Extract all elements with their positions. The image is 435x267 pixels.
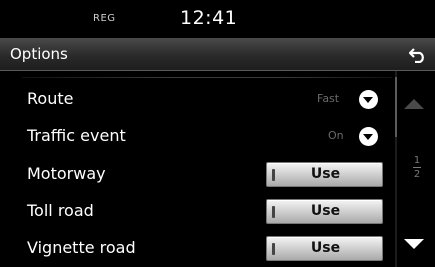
page-divider (413, 167, 421, 168)
option-row-motorway: Motorway Use (0, 156, 395, 193)
option-row-traffic-event[interactable]: Traffic event On (0, 118, 395, 155)
option-row-vignette-road: Vignette road Use (0, 230, 395, 267)
traffic-event-label: Traffic event (27, 126, 126, 145)
toll-road-use-button[interactable]: Use (266, 199, 383, 224)
option-row-route[interactable]: Route Fast (0, 81, 395, 118)
scroll-up-icon[interactable] (404, 99, 424, 109)
toll-road-label: Toll road (27, 201, 94, 220)
back-arrow-icon (408, 47, 424, 63)
motorway-use-button[interactable]: Use (266, 162, 383, 187)
use-button-label: Use (310, 203, 341, 219)
back-button[interactable] (400, 38, 435, 71)
chevron-down-icon[interactable] (359, 90, 378, 109)
status-clock: 12:41 (180, 7, 238, 29)
divider (22, 77, 392, 78)
chevron-down-icon[interactable] (359, 127, 378, 146)
use-button-label: Use (310, 166, 341, 182)
status-bar: REG 12:41 (0, 0, 435, 38)
page-title: Options (10, 45, 68, 63)
options-list: Route Fast Traffic event On Motorway Use… (0, 71, 395, 267)
use-button-label: Use (310, 240, 341, 256)
vignette-road-use-button[interactable]: Use (266, 236, 383, 261)
scroll-down-icon[interactable] (404, 239, 424, 249)
route-label: Route (27, 89, 74, 108)
traffic-event-value: On (328, 129, 344, 142)
route-value: Fast (317, 92, 340, 105)
scroll-thumb[interactable] (395, 77, 397, 137)
option-row-toll-road: Toll road Use (0, 193, 395, 230)
page-current: 1 (413, 155, 421, 166)
options-header: Options (0, 38, 435, 71)
vignette-road-label: Vignette road (27, 238, 136, 257)
scrollbar[interactable]: 1 2 (395, 71, 435, 267)
motorway-label: Motorway (27, 164, 106, 183)
status-reg: REG (93, 13, 116, 24)
page-indicator: 1 2 (411, 155, 423, 180)
page-total: 2 (413, 169, 421, 180)
